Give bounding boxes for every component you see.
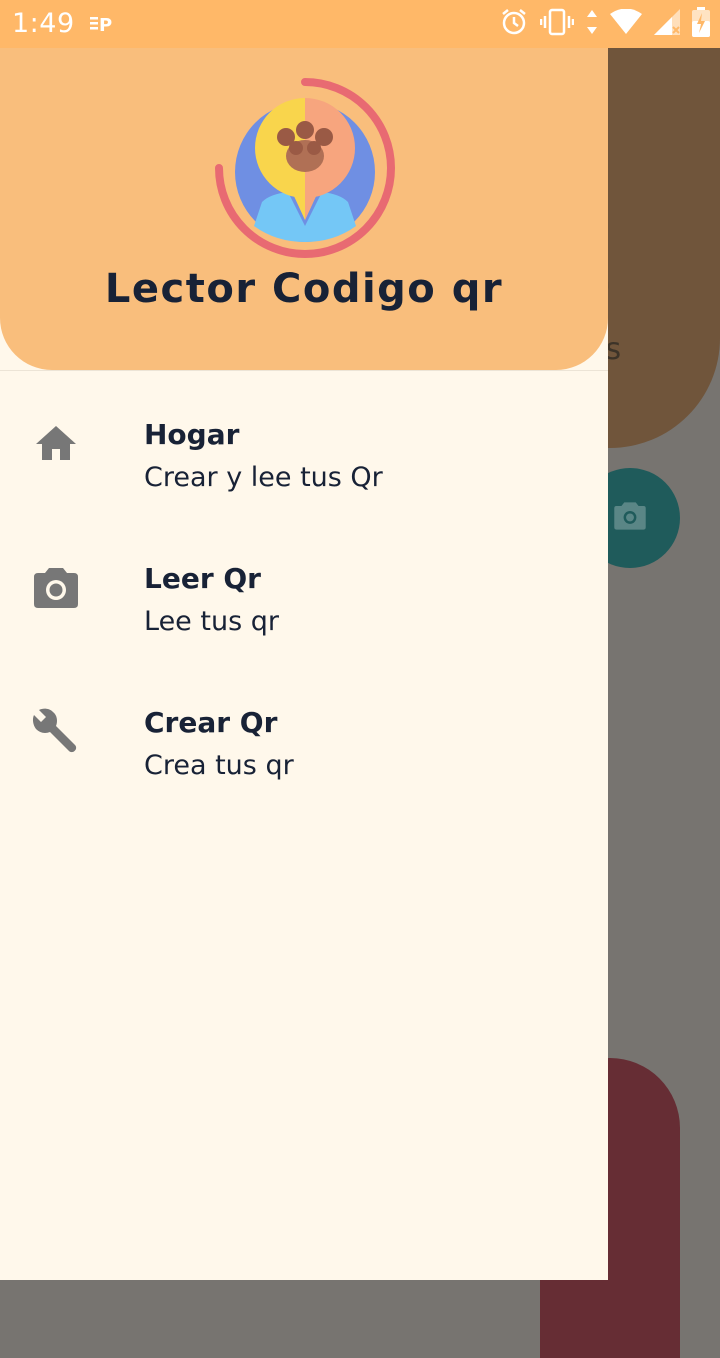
signal-icon <box>654 9 680 39</box>
drawer-header: Lector Codigo qr <box>0 48 608 370</box>
vibrate-icon <box>539 8 575 40</box>
data-arrows-icon <box>586 8 598 40</box>
wrench-icon <box>32 708 80 756</box>
divider <box>0 370 608 371</box>
battery-icon <box>692 7 710 41</box>
status-time: 1:49 <box>12 8 75 39</box>
app-title: Lector Codigo qr <box>104 266 504 312</box>
status-bar: 1:49 P <box>0 0 720 48</box>
menu-item-subtitle: Crear y lee tus Qr <box>144 462 383 493</box>
navigation-drawer: Lector Codigo qr Hogar Crear y lee tus Q… <box>0 48 608 1280</box>
menu-item-title: Leer Qr <box>144 562 261 595</box>
menu-item-hogar[interactable]: Hogar Crear y lee tus Qr <box>0 408 608 552</box>
menu-item-crear-qr[interactable]: Crear Qr Crea tus qr <box>0 696 608 840</box>
svg-text:P: P <box>99 15 112 34</box>
menu-item-subtitle: Crea tus qr <box>144 750 294 781</box>
camera-icon <box>32 564 80 612</box>
parking-icon: P <box>90 14 118 38</box>
menu-item-title: Hogar <box>144 418 240 451</box>
menu-item-subtitle: Lee tus qr <box>144 606 279 637</box>
menu-item-title: Crear Qr <box>144 706 278 739</box>
camera-icon <box>612 501 648 535</box>
qr-reader-logo <box>210 76 400 266</box>
wifi-icon <box>610 8 642 39</box>
home-icon <box>32 420 80 468</box>
drawer-menu: Hogar Crear y lee tus Qr Leer Qr Lee tus… <box>0 408 608 840</box>
alarm-icon <box>500 8 528 40</box>
menu-item-leer-qr[interactable]: Leer Qr Lee tus qr <box>0 552 608 696</box>
